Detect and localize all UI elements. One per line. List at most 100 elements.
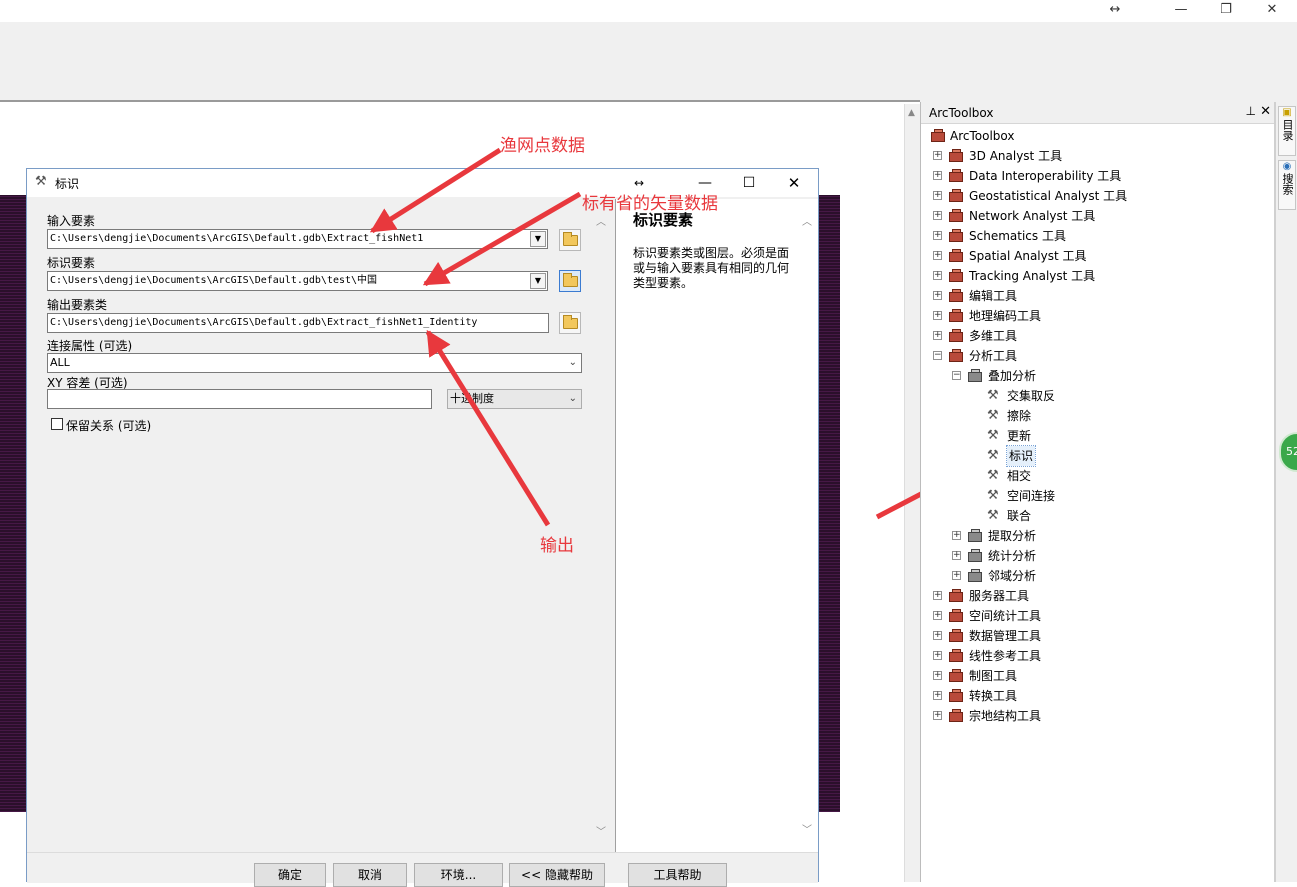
tool-label: 空间连接 — [1007, 489, 1056, 503]
expand-icon[interactable]: + — [933, 591, 942, 600]
arrow-to-input — [369, 147, 502, 234]
toolbox-icon — [949, 189, 964, 202]
toolbox-before-3[interactable]: + Network Analyst 工具 — [921, 206, 1277, 226]
expand-icon[interactable]: + — [933, 191, 942, 200]
expand-icon[interactable]: + — [933, 671, 942, 680]
tool-label: 联合 — [1007, 509, 1032, 523]
hammer-icon: ⚒ — [987, 388, 999, 403]
arctoolbox-panel: ArcToolbox ⊥ ✕ ArcToolbox +3D Analyst 工具… — [920, 102, 1276, 882]
catalog-icon: ▣ — [1282, 107, 1292, 118]
expand-icon[interactable]: + — [952, 571, 961, 580]
toolbox-label: 多维工具 — [969, 329, 1018, 343]
expand-icon[interactable]: + — [933, 231, 942, 240]
toolset-icon — [968, 569, 983, 582]
tool-item[interactable]: ⚒ 更新 — [921, 426, 1277, 446]
toolset-label: 提取分析 — [988, 529, 1037, 543]
toolset-icon — [968, 369, 983, 382]
expand-icon[interactable]: + — [933, 611, 942, 620]
pin-icon[interactable]: ⊥ — [1246, 104, 1256, 118]
tool-item[interactable]: ⚒ 标识 — [921, 445, 1277, 467]
expand-icon[interactable]: + — [933, 631, 942, 640]
toolbox-icon — [949, 169, 964, 182]
toolbox-label: Tracking Analyst 工具 — [969, 269, 1096, 283]
toolbox-icon — [949, 609, 964, 622]
toolbox-label: 宗地结构工具 — [969, 709, 1042, 723]
toolset-label: 统计分析 — [988, 549, 1037, 563]
toolbox-before-4[interactable]: + Schematics 工具 — [921, 226, 1277, 246]
toolbox-after-4[interactable]: + 制图工具 — [921, 666, 1277, 686]
toolset-label: 叠加分析 — [988, 369, 1037, 383]
side-tabs: ▣ 目录 ◉ 搜索 — [1276, 102, 1297, 882]
toolbox-label: Data Interoperability 工具 — [969, 169, 1122, 183]
toolbox-before-5[interactable]: + Spatial Analyst 工具 — [921, 246, 1277, 266]
hammer-icon: ⚒ — [987, 428, 999, 443]
annotation-fishnet: 渔网点数据 — [500, 136, 585, 156]
toolbox-before-6[interactable]: + Tracking Analyst 工具 — [921, 266, 1277, 286]
toolbox-icon — [949, 289, 964, 302]
toolbox-before-8[interactable]: + 地理编码工具 — [921, 306, 1277, 326]
tool-label: 相交 — [1007, 469, 1032, 483]
toolbox-icon — [949, 309, 964, 322]
toolset-icon — [968, 529, 983, 542]
toolset-item[interactable]: + 统计分析 — [921, 546, 1277, 566]
tool-label: 交集取反 — [1007, 389, 1056, 403]
toolbox-after-1[interactable]: + 空间统计工具 — [921, 606, 1277, 626]
tool-item[interactable]: ⚒ 联合 — [921, 506, 1277, 526]
tool-label: 更新 — [1007, 429, 1032, 443]
expand-icon[interactable]: + — [952, 531, 961, 540]
hammer-icon: ⚒ — [987, 408, 999, 423]
arctoolbox-title: ArcToolbox — [929, 106, 994, 120]
tool-label: 擦除 — [1007, 409, 1032, 423]
tab-search[interactable]: ◉ 搜索 — [1278, 160, 1296, 210]
expand-icon[interactable]: + — [933, 151, 942, 160]
tool-item[interactable]: ⚒ 空间连接 — [921, 486, 1277, 506]
hammer-icon: ⚒ — [987, 448, 999, 463]
arrow-to-identity — [422, 191, 582, 287]
toolbox-before-0[interactable]: +3D Analyst 工具 — [921, 146, 1277, 166]
toolbox-after-6[interactable]: + 宗地结构工具 — [921, 706, 1277, 726]
tool-item[interactable]: ⚒ 擦除 — [921, 406, 1277, 426]
toolbox-label: Schematics 工具 — [969, 229, 1066, 243]
toolbox-before-9[interactable]: + 多维工具 — [921, 326, 1277, 346]
toolbox-before-2[interactable]: + Geostatistical Analyst 工具 — [921, 186, 1277, 206]
expand-icon[interactable]: + — [933, 311, 942, 320]
tool-item[interactable]: ⚒ 交集取反 — [921, 386, 1277, 406]
toolset-item[interactable]: + 邻域分析 — [921, 566, 1277, 586]
search-icon: ◉ — [1282, 161, 1292, 172]
expand-icon[interactable]: + — [933, 331, 942, 340]
expand-icon[interactable]: + — [933, 291, 942, 300]
toolbox-label: Network Analyst 工具 — [969, 209, 1096, 223]
tool-item[interactable]: ⚒ 相交 — [921, 466, 1277, 486]
expand-icon[interactable]: + — [933, 211, 942, 220]
expand-icon[interactable]: + — [933, 691, 942, 700]
collapse-icon[interactable]: − — [952, 371, 961, 380]
toolbox-label: Geostatistical Analyst 工具 — [969, 189, 1128, 203]
toolbox-icon — [931, 129, 946, 142]
toolbox-after-0[interactable]: + 服务器工具 — [921, 586, 1277, 606]
toolbox-analysis[interactable]: − 分析工具 — [921, 346, 1277, 366]
expand-icon[interactable]: + — [933, 651, 942, 660]
toolbox-icon — [949, 669, 964, 682]
toolbox-before-7[interactable]: + 编辑工具 — [921, 286, 1277, 306]
tab-search-label: 搜索 — [1281, 173, 1294, 195]
toolset-overlay[interactable]: − 叠加分析 — [921, 366, 1277, 386]
toolbox-after-5[interactable]: + 转换工具 — [921, 686, 1277, 706]
toolbox-label: 数据管理工具 — [969, 629, 1042, 643]
toolbox-label: 编辑工具 — [969, 289, 1018, 303]
toolbox-icon — [949, 209, 964, 222]
toolbox-icon — [949, 689, 964, 702]
toolset-item[interactable]: + 提取分析 — [921, 526, 1277, 546]
toolbox-before-1[interactable]: + Data Interoperability 工具 — [921, 166, 1277, 186]
expand-icon[interactable]: + — [933, 711, 942, 720]
collapse-icon[interactable]: − — [933, 351, 942, 360]
toolbox-after-2[interactable]: + 数据管理工具 — [921, 626, 1277, 646]
toolbox-after-3[interactable]: + 线性参考工具 — [921, 646, 1277, 666]
expand-icon[interactable]: + — [933, 171, 942, 180]
expand-icon[interactable]: + — [952, 551, 961, 560]
expand-icon[interactable]: + — [933, 271, 942, 280]
toolbox-label: 3D Analyst 工具 — [969, 149, 1063, 163]
close-icon[interactable]: ✕ — [1260, 104, 1271, 119]
tree-root[interactable]: ArcToolbox — [921, 126, 1277, 146]
tab-catalog[interactable]: ▣ 目录 — [1278, 106, 1296, 156]
expand-icon[interactable]: + — [933, 251, 942, 260]
